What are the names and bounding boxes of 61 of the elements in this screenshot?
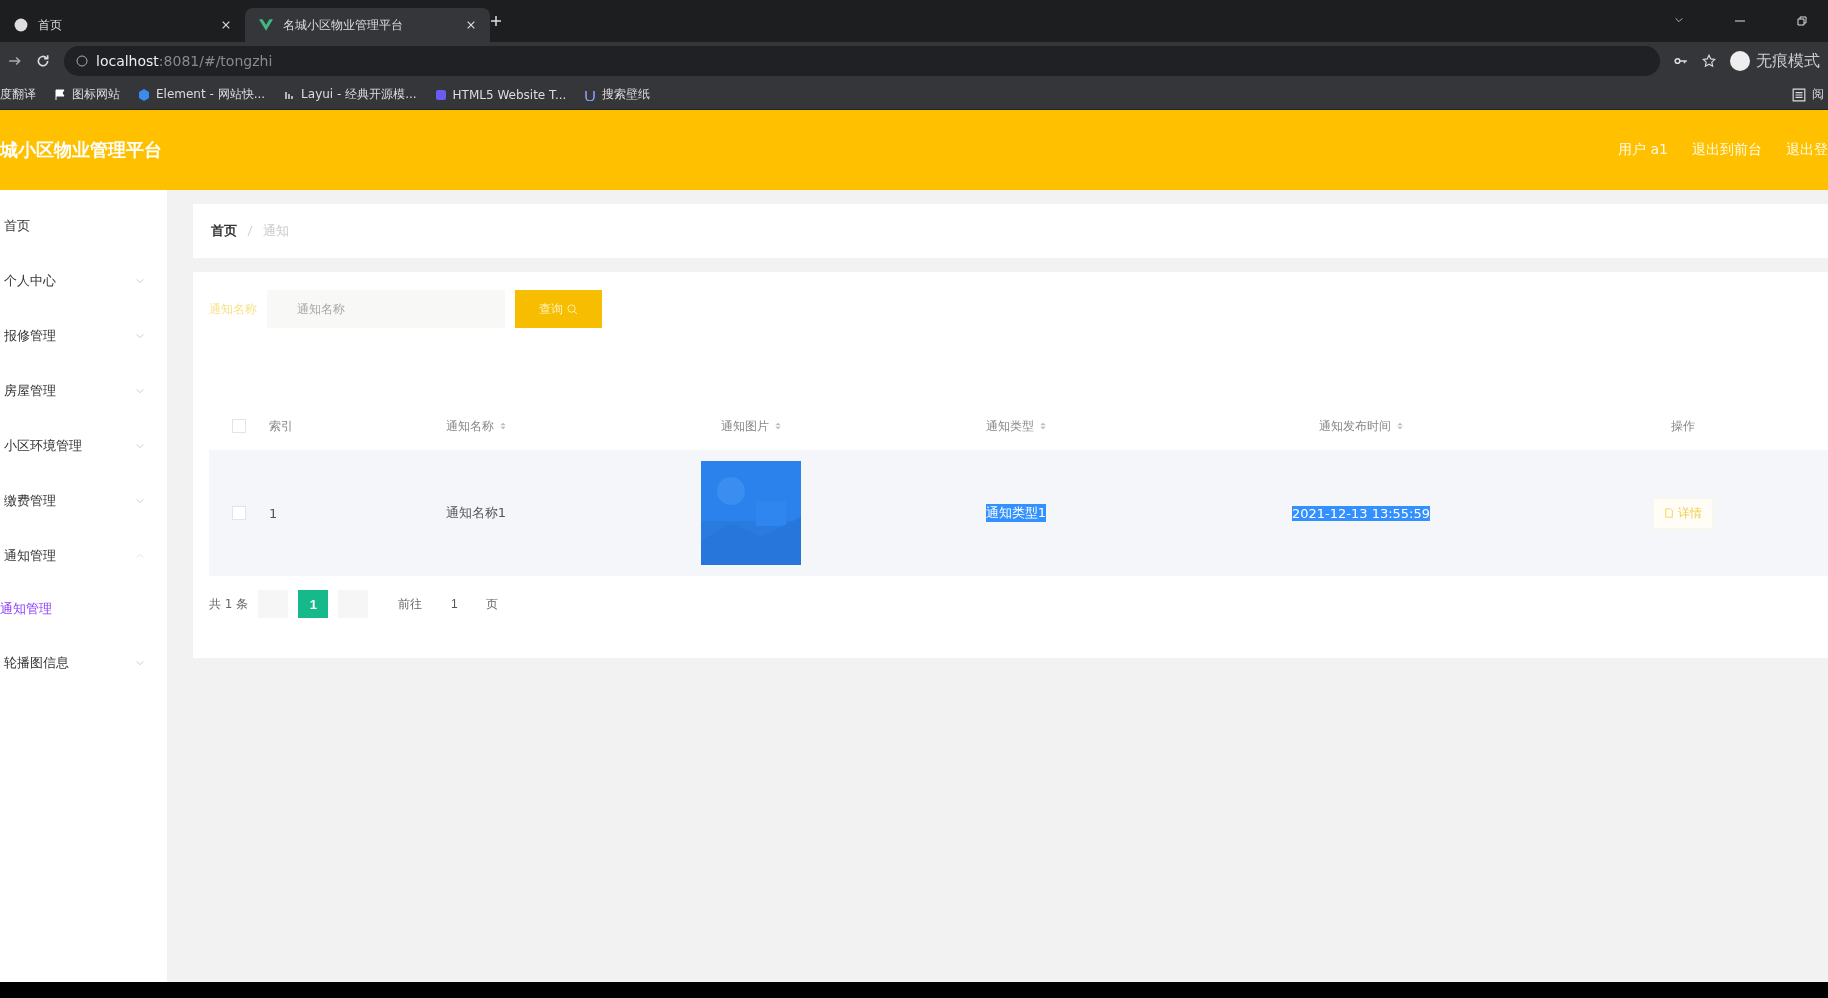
reload-icon bbox=[36, 54, 50, 68]
search-icon bbox=[567, 303, 578, 315]
bookmark-link[interactable]: 图标网站 bbox=[72, 86, 120, 103]
page-suffix: 页 bbox=[486, 595, 499, 613]
badge-icon bbox=[434, 88, 447, 101]
total-count: 共 1 条 bbox=[209, 595, 249, 613]
search-field[interactable]: 通知名称 bbox=[267, 290, 505, 328]
goto-label: 前往 bbox=[398, 595, 423, 613]
restore-icon bbox=[1796, 15, 1808, 27]
column-header[interactable]: 通知发布时间 bbox=[1318, 417, 1404, 435]
checkbox[interactable] bbox=[232, 506, 246, 520]
table-cell: 2021-12-13 13:55:59 bbox=[1291, 505, 1431, 521]
sidebar-subitem[interactable]: 通知管理 bbox=[0, 583, 167, 635]
sidebar-item[interactable]: 缴费管理 bbox=[0, 473, 167, 528]
browser-tab[interactable]: 首页 bbox=[0, 8, 245, 42]
bookmark-link[interactable]: 搜索壁纸 bbox=[602, 86, 651, 103]
bookmark-link[interactable]: 度翻译 bbox=[0, 86, 36, 103]
bookmark-link[interactable]: Element - 网站快... bbox=[156, 86, 266, 103]
star-icon bbox=[1702, 54, 1716, 68]
info-icon bbox=[76, 55, 88, 67]
site-title: 城小区物业管理平台 bbox=[0, 138, 162, 162]
profile-label[interactable]: 无痕模式 bbox=[1756, 50, 1820, 72]
cup-icon bbox=[584, 88, 597, 101]
checkbox[interactable] bbox=[232, 419, 246, 433]
table-cell: 1 bbox=[269, 505, 278, 521]
bookmark-link[interactable]: HTML5 Website T... bbox=[452, 87, 567, 102]
sidebar-item[interactable]: 个人中心 bbox=[0, 253, 167, 308]
hexagon-icon bbox=[138, 88, 150, 101]
browser-tab[interactable]: 名城小区物业管理平台 bbox=[245, 8, 490, 42]
sort-icon bbox=[1038, 422, 1047, 430]
close-icon bbox=[221, 20, 231, 30]
document-icon bbox=[1664, 508, 1674, 518]
reading-list-label[interactable]: 阅 bbox=[1812, 86, 1824, 103]
sidebar-item[interactable]: 报修管理 bbox=[0, 308, 167, 363]
column-header: 操作 bbox=[1671, 417, 1695, 435]
address-bar[interactable]: localhost:8081/#/tongzhi bbox=[64, 46, 1660, 76]
sidebar-item[interactable]: 小区环境管理 bbox=[0, 418, 167, 473]
sidebar-item[interactable]: 轮播图信息 bbox=[0, 635, 167, 690]
sort-icon bbox=[498, 422, 507, 430]
column-header: 索引 bbox=[269, 417, 293, 435]
table-cell: 通知名称1 bbox=[445, 504, 507, 522]
bookmark-link[interactable]: Layui - 经典开源模... bbox=[301, 86, 417, 103]
list-icon bbox=[1792, 87, 1806, 102]
flag-icon bbox=[54, 88, 66, 101]
sidebar-item[interactable]: 首页 bbox=[0, 198, 167, 253]
separator-icon bbox=[247, 225, 253, 237]
forward-icon bbox=[8, 54, 22, 68]
table-cell: 通知类型1 bbox=[985, 504, 1047, 522]
chevron-icon bbox=[1674, 15, 1684, 25]
column-header[interactable]: 通知类型 bbox=[985, 417, 1047, 435]
sort-icon bbox=[773, 422, 782, 430]
sidebar-item[interactable]: 房屋管理 bbox=[0, 363, 167, 418]
breadcrumb-item[interactable]: 首页 bbox=[211, 222, 237, 240]
column-header[interactable]: 通知名称 bbox=[445, 417, 507, 435]
column-header[interactable]: 通知图片 bbox=[720, 417, 782, 435]
search-label: 通知名称 bbox=[209, 300, 257, 318]
plus-icon bbox=[490, 15, 502, 27]
sort-icon bbox=[1395, 422, 1404, 430]
close-icon bbox=[466, 20, 476, 30]
v-logo-icon bbox=[259, 18, 273, 32]
sidebar-item[interactable]: 通知管理 bbox=[0, 528, 167, 583]
